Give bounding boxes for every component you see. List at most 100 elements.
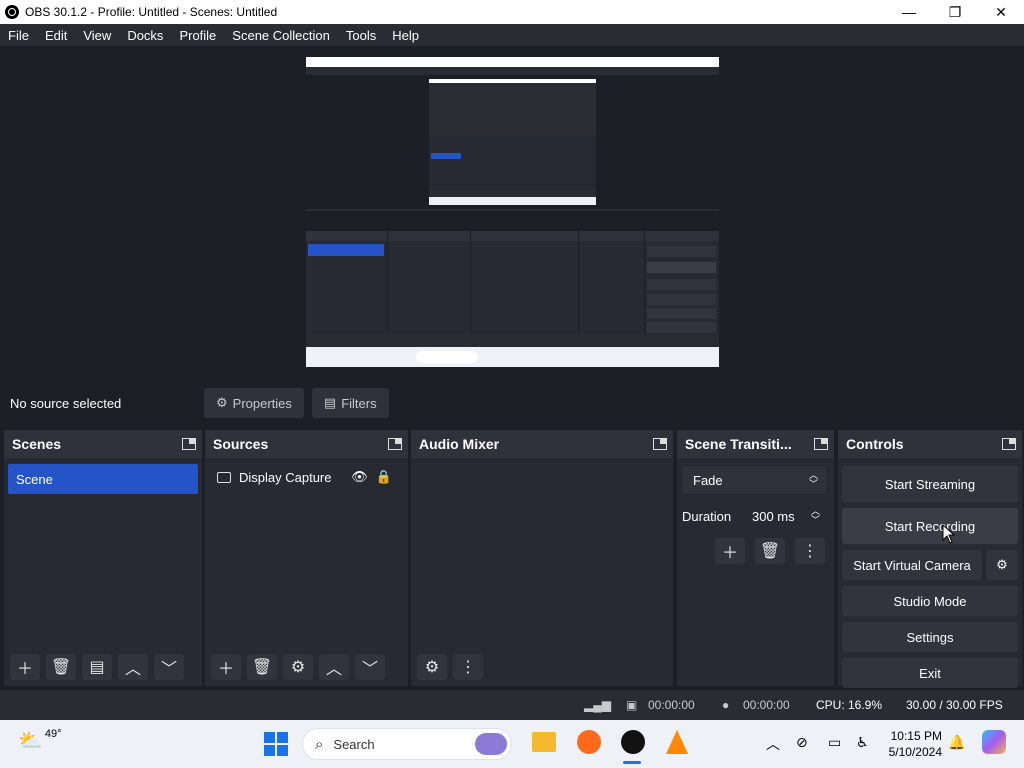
transition-toolbar: ＋ 🗑 ⋮ (715, 538, 834, 564)
lock-icon[interactable]: 🔒 (376, 469, 392, 485)
maximize-button[interactable]: ❐ (932, 0, 978, 24)
virtual-camera-row: Start Virtual Camera ⚙ (842, 550, 1018, 580)
menu-profile[interactable]: Profile (171, 28, 224, 43)
search-placeholder: Search (333, 736, 375, 752)
preview-capture-image (306, 57, 719, 367)
menu-bar: File Edit View Docks Profile Scene Colle… (0, 24, 1024, 46)
show-hidden-icons-chevron-icon[interactable]: ︿ (766, 734, 780, 754)
weather-widget[interactable]: ⛅ 49° (18, 728, 62, 753)
remove-scene-button[interactable]: 🗑 (46, 654, 76, 680)
settings-button[interactable]: Settings (842, 622, 1018, 652)
cpu-usage: CPU: 16.9% (816, 698, 883, 712)
add-transition-button[interactable]: ＋ (715, 538, 745, 564)
spin-arrows-icon[interactable]: ︿ ﹀ (811, 507, 820, 525)
add-scene-button[interactable]: ＋ (10, 654, 40, 680)
sources-toolbar: ＋ 🗑 ⚙ ︿ ﹀ (211, 654, 385, 680)
plus-icon: ＋ (16, 661, 33, 678)
gears-icon: ⚙ (424, 659, 440, 676)
chevron-up-icon: ︿ (325, 661, 342, 678)
move-scene-up-button[interactable]: ︿ (118, 654, 148, 680)
remove-transition-button[interactable]: 🗑 (755, 538, 785, 564)
windows-start-icon[interactable] (264, 732, 288, 756)
menu-file[interactable]: File (0, 28, 37, 43)
firefox-icon[interactable] (577, 730, 601, 754)
controls-dock: Controls Start Streaming Start Recording… (838, 430, 1022, 688)
file-explorer-icon[interactable] (532, 732, 556, 752)
notification-bell-icon[interactable]: 🔔 (948, 734, 965, 751)
scene-list-item[interactable]: Scene (8, 464, 198, 494)
controls-header: Controls (838, 430, 1022, 458)
taskbar-search-box[interactable]: ⌕ Search (302, 728, 512, 760)
audio-settings-button[interactable]: ⚙ (417, 654, 447, 680)
source-properties-button[interactable]: ⚙ (283, 654, 313, 680)
scenes-dock-header: Scenes (4, 430, 202, 458)
mouse-cursor-icon (942, 524, 956, 544)
copilot-icon[interactable] (982, 730, 1006, 754)
add-source-button[interactable]: ＋ (211, 654, 241, 680)
float-dock-icon[interactable] (814, 438, 828, 450)
scenes-toolbar: ＋ 🗑 ▤ ︿ ﹀ (10, 654, 184, 680)
display-icon[interactable]: ▭ (828, 734, 841, 751)
start-recording-button[interactable]: Start Recording (842, 508, 1018, 544)
scene-filters-button[interactable]: ▤ (82, 654, 112, 680)
move-scene-down-button[interactable]: ﹀ (154, 654, 184, 680)
audio-mixer-header: Audio Mixer (411, 430, 673, 458)
transition-menu-button[interactable]: ⋮ (795, 538, 825, 564)
float-dock-icon[interactable] (1002, 438, 1016, 450)
eye-icon[interactable]: 👁 (351, 469, 368, 485)
clock-time: 10:15 PM (890, 729, 942, 743)
weather-cloud-icon: ⛅ (18, 730, 43, 752)
duration-value: 300 ms (752, 508, 795, 524)
active-app-indicator (623, 761, 641, 764)
studio-mode-button[interactable]: Studio Mode (842, 586, 1018, 616)
transition-select[interactable]: Fade ︿ ﹀ (683, 466, 826, 494)
vlc-icon[interactable] (666, 730, 688, 754)
exit-button[interactable]: Exit (842, 658, 1018, 688)
float-dock-icon[interactable] (182, 438, 196, 450)
sources-title: Sources (213, 436, 269, 452)
properties-label: Properties (232, 395, 292, 411)
obs-logo-icon (5, 5, 19, 19)
audio-menu-button[interactable]: ⋮ (453, 654, 483, 680)
audio-mixer-dock: Audio Mixer ⚙ ⋮ (411, 430, 673, 686)
sources-dock: Sources Display Capture 👁 🔒 ＋ 🗑 ⚙ ︿ ﹀ (205, 430, 408, 686)
move-source-up-button[interactable]: ︿ (319, 654, 349, 680)
minimize-button[interactable]: — (886, 0, 932, 24)
duration-label: Duration (682, 508, 732, 524)
filters-button[interactable]: ▤ Filters (311, 388, 389, 418)
move-source-down-button[interactable]: ﹀ (355, 654, 385, 680)
menu-edit[interactable]: Edit (37, 28, 75, 43)
float-dock-icon[interactable] (653, 438, 667, 450)
context-bar: No source selected ⚙ Properties ▤ Filter… (0, 382, 1024, 424)
scene-item-label: Scene (16, 471, 53, 487)
network-offline-icon[interactable]: ⊘ (796, 734, 808, 751)
scenes-dock: Scenes Scene ＋ 🗑 ▤ ︿ ﹀ (4, 430, 202, 686)
menu-tools[interactable]: Tools (338, 28, 384, 43)
start-virtual-camera-button[interactable]: Start Virtual Camera (842, 550, 982, 580)
menu-docks[interactable]: Docks (119, 28, 171, 43)
duration-spinbox[interactable]: 300 ms ︿ ﹀ (742, 502, 826, 530)
window-title: OBS 30.1.2 - Profile: Untitled - Scenes:… (25, 5, 278, 19)
float-dock-icon[interactable] (388, 438, 402, 450)
accessibility-icon[interactable]: ♿ (856, 734, 869, 751)
obs-taskbar-icon[interactable] (621, 730, 645, 754)
virtual-camera-settings-button[interactable]: ⚙ (986, 550, 1018, 580)
properties-button[interactable]: ⚙ Properties (204, 388, 304, 418)
controls-title: Controls (846, 436, 904, 452)
preview-canvas[interactable] (306, 57, 719, 367)
menu-scene-collection[interactable]: Scene Collection (224, 28, 338, 43)
close-button[interactable]: ✕ (978, 0, 1024, 24)
windows-taskbar: ⛅ 49° ⌕ Search ︿ ⊘ ▭ ♿ 10:15 PM 5/10/202… (0, 720, 1024, 768)
menu-help[interactable]: Help (384, 28, 427, 43)
sources-dock-header: Sources (205, 430, 408, 458)
filter-icon: ▤ (323, 395, 337, 410)
source-list-item[interactable]: Display Capture 👁 🔒 (211, 466, 402, 488)
trash-icon: 🗑 (759, 543, 781, 560)
gear-icon: ⚙ (996, 557, 1008, 572)
clock[interactable]: 10:15 PM 5/10/2024 (886, 728, 942, 760)
trash-icon: 🗑 (50, 659, 72, 676)
remove-source-button[interactable]: 🗑 (247, 654, 277, 680)
menu-view[interactable]: View (75, 28, 119, 43)
start-streaming-button[interactable]: Start Streaming (842, 466, 1018, 502)
preview-area[interactable] (0, 46, 1024, 380)
